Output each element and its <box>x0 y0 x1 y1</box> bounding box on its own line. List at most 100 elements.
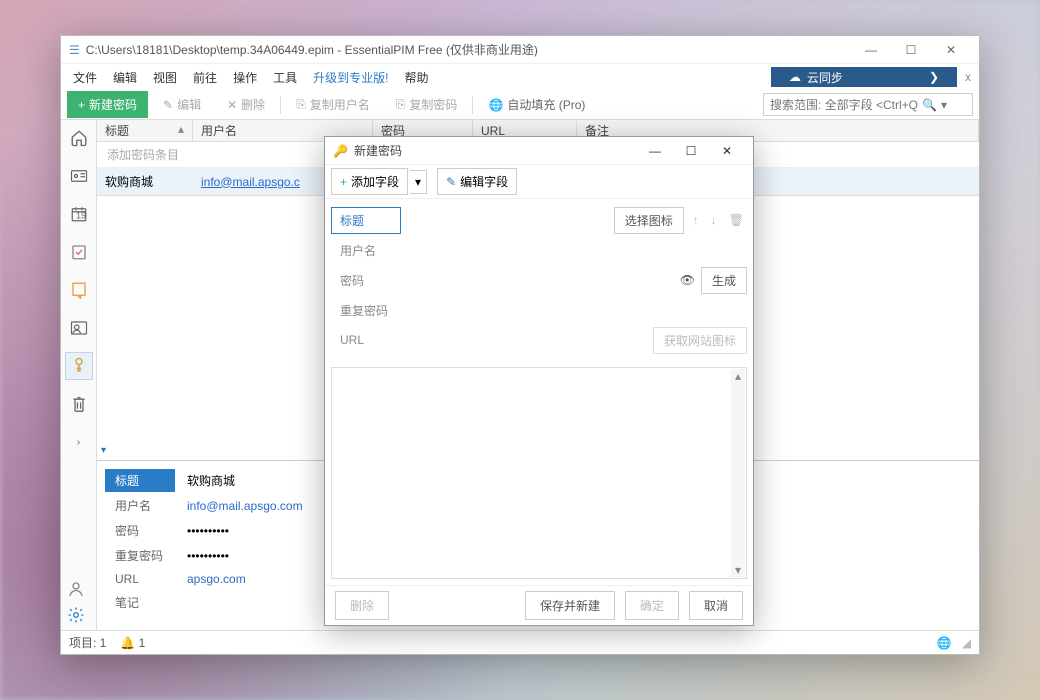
dialog-buttons: 删除 保存并新建 确定 取消 <box>325 585 753 625</box>
ok-button[interactable]: 确定 <box>625 591 679 620</box>
field-label-rpwd[interactable]: 重复密码 <box>331 297 401 324</box>
globe-icon[interactable]: 🌐 <box>937 636 952 650</box>
new-password-button[interactable]: +新建密码 <box>67 91 148 118</box>
cancel-button[interactable]: 取消 <box>689 591 743 620</box>
statusbar: 项目: 1 🔔 1 🌐 ◢ <box>61 630 979 654</box>
close-button[interactable]: ✕ <box>931 38 971 62</box>
maximize-button[interactable]: ☐ <box>891 38 931 62</box>
select-icon-button[interactable]: 选择图标 <box>614 207 684 234</box>
collapse-toggle[interactable]: ▾ <box>101 445 106 456</box>
search-icon: 🔍 <box>922 98 937 112</box>
detail-lbl-user: 用户名 <box>105 494 175 517</box>
menu-file[interactable]: 文件 <box>65 65 105 90</box>
menu-edit[interactable]: 编辑 <box>105 65 145 90</box>
arrow-up-icon[interactable]: ↑ <box>690 213 702 227</box>
settings-icon[interactable] <box>67 606 85 624</box>
chevron-right-icon: ❯ <box>929 70 939 84</box>
user-icon[interactable] <box>67 580 85 598</box>
get-site-icon-button[interactable]: 获取网站图标 <box>653 327 747 354</box>
detail-val-user[interactable]: info@mail.apsgo.com <box>177 494 313 517</box>
sort-asc-icon: ▴ <box>178 122 184 136</box>
sidebar-notes[interactable] <box>65 276 93 304</box>
menu-action[interactable]: 操作 <box>225 65 265 90</box>
dialog-fields: 标题 选择图标 ↑ ↓ 🗑 用户名 密码 👁 生成 重复密码 URL 获取网站图标 <box>325 199 753 361</box>
detail-val-rpwd: •••••••••• <box>177 544 313 567</box>
cloud-close[interactable]: x <box>961 70 975 84</box>
resize-grip-icon[interactable]: ◢ <box>962 636 971 650</box>
menu-upgrade[interactable]: 升级到专业版! <box>305 65 396 90</box>
detail-lbl-note: 笔记 <box>105 591 175 614</box>
dialog-title: 新建密码 <box>354 142 637 159</box>
field-label-url[interactable]: URL <box>331 328 401 352</box>
svg-text:19: 19 <box>76 211 86 221</box>
search-box[interactable]: 搜索范围: 全部字段 <Ctrl+Q🔍▾ <box>763 93 973 116</box>
trash-icon[interactable]: 🗑 <box>726 213 747 227</box>
arrow-down-icon[interactable]: ↓ <box>708 213 720 227</box>
detail-lbl-rpwd: 重复密码 <box>105 544 175 567</box>
pencil-icon: ✎ <box>446 175 456 189</box>
menubar: 文件 编辑 视图 前往 操作 工具 升级到专业版! 帮助 ☁云同步❯ x <box>61 64 979 90</box>
field-input-title[interactable] <box>407 208 608 232</box>
delete-button[interactable]: ✕删除 <box>216 91 276 118</box>
dialog-toolbar: + 添加字段 ▾ ✎ 编辑字段 <box>325 165 753 199</box>
detail-lbl-url: URL <box>105 569 175 589</box>
generate-button[interactable]: 生成 <box>701 267 747 294</box>
copy-icon: ⎘ <box>396 97 406 112</box>
sidebar-home[interactable] <box>65 124 93 152</box>
detail-lbl-pwd: 密码 <box>105 519 175 542</box>
col-title[interactable]: 标题 ▴ <box>97 120 193 142</box>
field-input-rpwd[interactable] <box>407 298 747 322</box>
dialog-delete-button[interactable]: 删除 <box>335 591 389 620</box>
autofill-button[interactable]: 🌐自动填充 (Pro) <box>477 91 596 118</box>
edit-button[interactable]: ✎编辑 <box>152 91 212 118</box>
field-label-pwd[interactable]: 密码 <box>331 267 401 294</box>
key-icon: 🔑 <box>333 144 348 158</box>
menu-view[interactable]: 视图 <box>145 65 185 90</box>
menu-help[interactable]: 帮助 <box>396 65 436 90</box>
add-field-button[interactable]: + 添加字段 <box>331 168 408 195</box>
globe-icon: 🌐 <box>488 98 503 112</box>
detail-val-title: 软购商城 <box>177 469 313 492</box>
chevron-right-icon: › <box>77 437 80 448</box>
sidebar-calendar[interactable]: 19 <box>65 200 93 228</box>
field-label-user[interactable]: 用户名 <box>331 237 401 264</box>
dialog-minimize[interactable]: — <box>637 139 673 163</box>
field-input-pwd[interactable] <box>407 268 674 292</box>
copy-password-button[interactable]: ⎘复制密码 <box>385 91 469 118</box>
add-field-dropdown[interactable]: ▾ <box>410 170 427 194</box>
copy-username-button[interactable]: ⎘复制用户名 <box>285 91 381 118</box>
minimize-button[interactable]: — <box>851 38 891 62</box>
detail-val-url[interactable]: apsgo.com <box>177 569 313 589</box>
field-label-title[interactable]: 标题 <box>331 207 401 234</box>
sidebar-tasks[interactable] <box>65 238 93 266</box>
sidebar: 19 › <box>61 120 97 630</box>
detail-val-pwd: •••••••••• <box>177 519 313 542</box>
plus-icon: + <box>340 175 347 189</box>
app-icon: ☰ <box>69 43 80 57</box>
eye-icon[interactable]: 👁 <box>680 273 695 287</box>
sidebar-more[interactable]: › <box>65 428 93 456</box>
sidebar-passwords[interactable] <box>65 352 93 380</box>
sidebar-contacts[interactable] <box>65 162 93 190</box>
dialog-close[interactable]: ✕ <box>709 139 745 163</box>
status-bell[interactable]: 🔔 1 <box>120 636 145 650</box>
dialog-titlebar: 🔑 新建密码 — ☐ ✕ <box>325 137 753 165</box>
field-input-user[interactable] <box>407 238 747 262</box>
sidebar-trash[interactable] <box>65 390 93 418</box>
titlebar: ☰ C:\Users\18181\Desktop\temp.34A06449.e… <box>61 36 979 64</box>
menu-goto[interactable]: 前往 <box>185 65 225 90</box>
save-and-new-button[interactable]: 保存并新建 <box>525 591 615 620</box>
copy-icon: ⎘ <box>296 97 306 112</box>
edit-field-button[interactable]: ✎ 编辑字段 <box>437 168 517 195</box>
field-input-url[interactable] <box>407 328 647 352</box>
sidebar-people[interactable] <box>65 314 93 342</box>
dialog-maximize[interactable]: ☐ <box>673 139 709 163</box>
notes-area[interactable]: ▴▾ <box>331 367 747 579</box>
cloud-icon: ☁ <box>789 70 801 84</box>
plus-icon: + <box>78 98 85 112</box>
new-password-dialog: 🔑 新建密码 — ☐ ✕ + 添加字段 ▾ ✎ 编辑字段 标题 选择图标 ↑ ↓… <box>324 136 754 626</box>
x-icon: ✕ <box>227 98 237 112</box>
cloud-sync-banner[interactable]: ☁云同步❯ <box>771 67 957 87</box>
menu-tool[interactable]: 工具 <box>265 65 305 90</box>
scrollbar[interactable]: ▴▾ <box>731 369 745 577</box>
